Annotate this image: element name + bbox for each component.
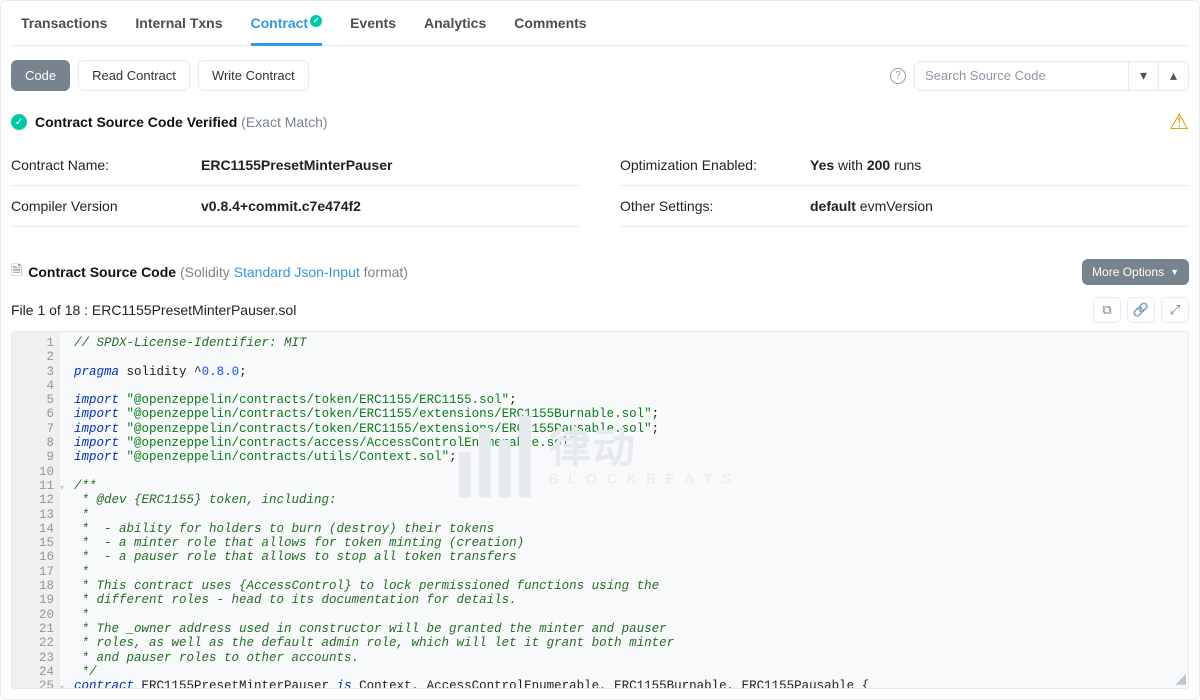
code-editor[interactable]: 律动 BLOCKBEATS 1234567891011▾121314151617… bbox=[11, 331, 1189, 689]
contract-info-grid: Contract Name: ERC1155PresetMinterPauser… bbox=[11, 145, 1189, 247]
source-format-suffix: format) bbox=[360, 264, 408, 280]
copy-button[interactable]: ⧉ bbox=[1093, 297, 1121, 323]
search-source-input[interactable] bbox=[914, 61, 1129, 91]
document-icon: 🗎 bbox=[11, 260, 22, 284]
verified-badge-icon: ✓ bbox=[310, 15, 322, 27]
source-title: Contract Source Code bbox=[28, 264, 176, 280]
value-compiler-version: v0.8.4+commit.c7e474f2 bbox=[201, 198, 580, 214]
permalink-button[interactable]: 🔗 bbox=[1127, 297, 1155, 323]
code-content: // SPDX-License-Identifier: MITpragma so… bbox=[60, 332, 1188, 688]
tab-transactions[interactable]: Transactions bbox=[21, 1, 107, 45]
chevron-up-icon: ▴ bbox=[1170, 67, 1177, 84]
search-dropdown-button[interactable]: ▾ bbox=[1129, 61, 1159, 91]
verified-check-icon: ✓ bbox=[11, 114, 27, 130]
copy-icon: ⧉ bbox=[1102, 302, 1111, 318]
label-optimization: Optimization Enabled: bbox=[620, 157, 810, 173]
file-indicator: File 1 of 18 : ERC1155PresetMinterPauser… bbox=[11, 302, 296, 318]
subtab-write-contract[interactable]: Write Contract bbox=[198, 60, 309, 91]
tab-analytics[interactable]: Analytics bbox=[424, 1, 486, 45]
value-optimization: Yes with 200 runs bbox=[810, 157, 1189, 173]
json-input-link[interactable]: Standard Json-Input bbox=[234, 264, 360, 280]
verified-row: ✓ Contract Source Code Verified (Exact M… bbox=[11, 105, 1189, 145]
link-icon: 🔗 bbox=[1133, 302, 1149, 318]
value-other-settings: default evmVersion bbox=[810, 198, 1189, 214]
value-contract-name: ERC1155PresetMinterPauser bbox=[201, 157, 580, 173]
more-options-button[interactable]: More Options▼ bbox=[1082, 259, 1189, 285]
line-gutter: 1234567891011▾12131415161718192021222324… bbox=[12, 332, 60, 688]
search-collapse-button[interactable]: ▴ bbox=[1159, 61, 1189, 91]
verified-title: Contract Source Code Verified bbox=[35, 114, 237, 130]
label-contract-name: Contract Name: bbox=[11, 157, 201, 173]
expand-button[interactable]: ⤢ bbox=[1161, 297, 1189, 323]
tab-comments[interactable]: Comments bbox=[514, 1, 586, 45]
source-format-prefix: (Solidity bbox=[176, 264, 234, 280]
label-compiler-version: Compiler Version bbox=[11, 198, 201, 214]
resize-handle[interactable]: ◢ bbox=[1175, 671, 1186, 688]
chevron-down-icon: ▾ bbox=[1140, 67, 1147, 84]
contract-sub-toolbar: Code Read Contract Write Contract ? ▾ ▴ bbox=[11, 46, 1189, 105]
tab-contract[interactable]: Contract✓ bbox=[251, 1, 323, 45]
main-tabs: Transactions Internal Txns Contract✓ Events… bbox=[11, 1, 1189, 46]
chevron-down-icon: ▼ bbox=[1170, 267, 1179, 277]
help-icon[interactable]: ? bbox=[890, 68, 906, 84]
tab-internal-txns[interactable]: Internal Txns bbox=[135, 1, 222, 45]
warning-icon[interactable]: ⚠ bbox=[1169, 109, 1189, 135]
label-other-settings: Other Settings: bbox=[620, 198, 810, 214]
subtab-code[interactable]: Code bbox=[11, 60, 70, 91]
expand-icon: ⤢ bbox=[1170, 302, 1180, 318]
tab-events[interactable]: Events bbox=[350, 1, 396, 45]
subtab-read-contract[interactable]: Read Contract bbox=[78, 60, 190, 91]
verified-match: (Exact Match) bbox=[241, 114, 327, 130]
